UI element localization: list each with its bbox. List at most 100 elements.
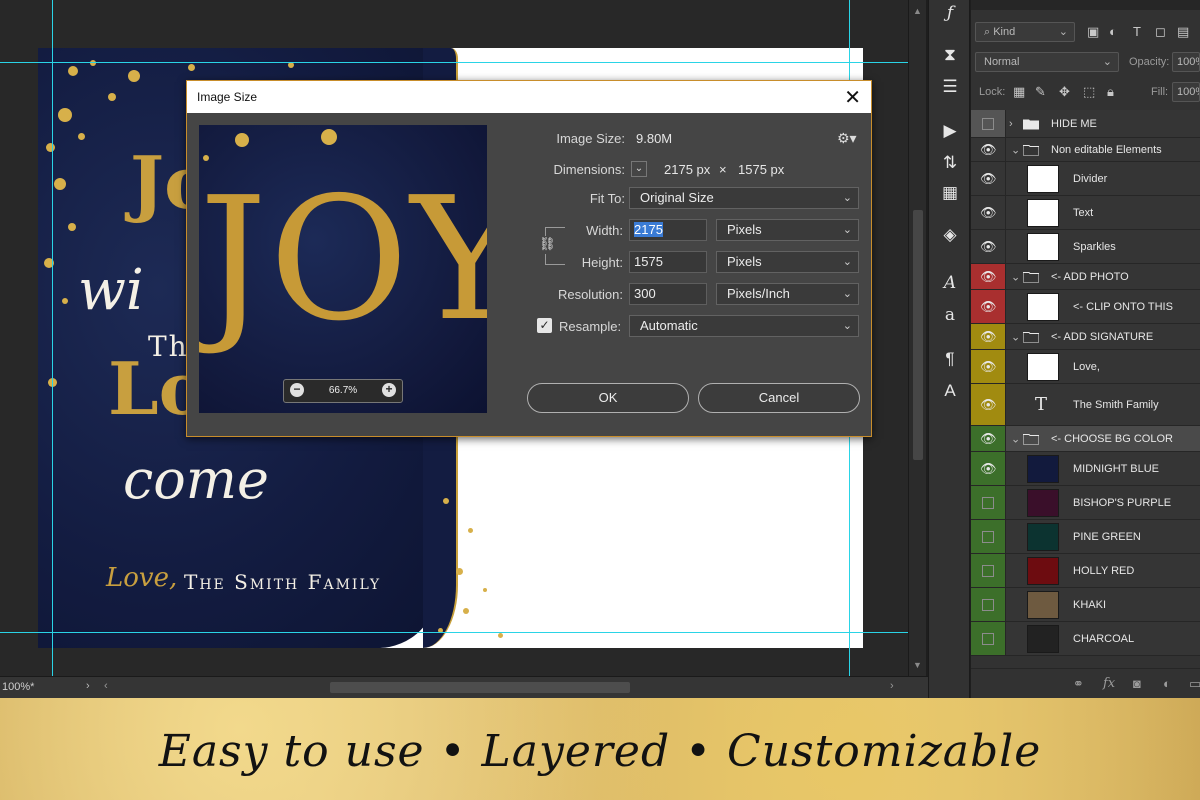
visibility-toggle[interactable] bbox=[971, 622, 1006, 655]
layer-row-non-editable[interactable]: 👁︎ ⌄ Non editable Elements bbox=[971, 138, 1200, 162]
layer-row-charcoal[interactable]: CHARCOAL bbox=[971, 622, 1200, 656]
filter-shape-icon[interactable]: ◻ bbox=[1155, 24, 1166, 40]
add-mask-icon[interactable]: ◙ bbox=[1133, 676, 1141, 691]
lock-all-icon[interactable]: 🔒︎ bbox=[1107, 84, 1114, 100]
scroll-left-icon[interactable]: ‹ bbox=[104, 680, 108, 692]
visibility-toggle[interactable]: 👁︎ bbox=[971, 230, 1006, 263]
brush-settings-icon[interactable]: ⧗ bbox=[937, 42, 963, 68]
visibility-toggle[interactable]: 👁︎ bbox=[971, 452, 1006, 485]
layer-row-divider[interactable]: 👁︎ Divider bbox=[971, 162, 1200, 196]
dialog-title-bar[interactable]: Image Size ✕ bbox=[187, 81, 871, 113]
layer-row-holly-red[interactable]: HOLLY RED bbox=[971, 554, 1200, 588]
layer-row-add-photo[interactable]: 👁︎ ⌄ <- ADD PHOTO bbox=[971, 264, 1200, 290]
layer-row-pine-green[interactable]: PINE GREEN bbox=[971, 520, 1200, 554]
visibility-toggle[interactable] bbox=[971, 588, 1006, 621]
lock-paint-icon[interactable]: ✎ bbox=[1035, 84, 1046, 100]
layer-row-clip-onto-this[interactable]: 👁︎ <- CLIP ONTO THIS bbox=[971, 290, 1200, 324]
horizontal-scroll-thumb[interactable] bbox=[330, 682, 630, 693]
guide-horizontal[interactable] bbox=[0, 632, 908, 633]
chevron-down-icon[interactable]: ⌄ bbox=[1011, 432, 1020, 445]
scroll-up-icon[interactable]: ▲ bbox=[913, 6, 922, 16]
layer-row-smith-family[interactable]: 👁︎ T The Smith Family bbox=[971, 384, 1200, 426]
vertical-scroll-thumb[interactable] bbox=[913, 210, 923, 460]
visibility-toggle[interactable] bbox=[971, 554, 1006, 587]
blend-mode-select[interactable]: Normal ⌄ bbox=[975, 52, 1119, 72]
height-input[interactable]: 1575 bbox=[629, 251, 707, 273]
filter-smart-object-icon[interactable]: ▤ bbox=[1177, 24, 1189, 40]
width-unit-select[interactable]: Pixels ⌄ bbox=[716, 219, 859, 241]
scroll-right-icon[interactable]: › bbox=[890, 680, 894, 692]
glyphs-icon[interactable]: a bbox=[937, 302, 963, 328]
width-input[interactable]: 2175 bbox=[629, 219, 707, 241]
layers-tab-bar[interactable] bbox=[971, 0, 1200, 10]
channels-icon[interactable]: ⇅ bbox=[937, 150, 963, 176]
adjustment-layer-icon[interactable]: ◐ bbox=[1163, 676, 1171, 691]
zoom-in-icon[interactable]: + bbox=[382, 383, 396, 397]
paragraph-icon[interactable]: ¶ bbox=[937, 346, 963, 372]
dimensions-unit-dropdown[interactable]: ⌄ bbox=[631, 161, 647, 177]
chevron-right-icon[interactable]: › bbox=[1009, 118, 1013, 130]
lock-pixels-icon[interactable]: ▦ bbox=[1013, 84, 1025, 100]
layer-row-midnight-blue[interactable]: 👁︎ MIDNIGHT BLUE bbox=[971, 452, 1200, 486]
chevron-down-icon[interactable]: ⌄ bbox=[1011, 143, 1020, 156]
guide-vertical[interactable] bbox=[52, 0, 53, 676]
visibility-toggle[interactable] bbox=[971, 110, 1006, 137]
fit-to-select[interactable]: Original Size ⌄ bbox=[629, 187, 859, 209]
resolution-unit-select[interactable]: Pixels/Inch ⌄ bbox=[716, 283, 859, 305]
visibility-toggle[interactable]: 👁︎ bbox=[971, 138, 1006, 161]
visibility-toggle[interactable]: 👁︎ bbox=[971, 350, 1006, 383]
chain-link-icon[interactable]: ⛓ bbox=[539, 236, 556, 254]
cancel-button[interactable]: Cancel bbox=[698, 383, 860, 413]
gear-icon[interactable]: ⚙▾ bbox=[837, 130, 857, 147]
3d-cube-icon[interactable]: ◈ bbox=[937, 222, 963, 248]
layer-row-sparkles[interactable]: 👁︎ Sparkles bbox=[971, 230, 1200, 264]
resample-select[interactable]: Automatic ⌄ bbox=[629, 315, 859, 337]
opacity-input[interactable]: 100% bbox=[1172, 52, 1200, 72]
filter-pixel-icon[interactable]: ▣ bbox=[1087, 24, 1099, 40]
visibility-toggle[interactable] bbox=[971, 486, 1006, 519]
new-group-icon[interactable]: ▭ bbox=[1189, 676, 1200, 692]
resolution-input[interactable]: 300 bbox=[629, 283, 707, 305]
height-unit-select[interactable]: Pixels ⌄ bbox=[716, 251, 859, 273]
layer-row-choose-bg-color[interactable]: 👁︎ ⌄ <- CHOOSE BG COLOR bbox=[971, 426, 1200, 452]
visibility-toggle[interactable]: 👁︎ bbox=[971, 162, 1006, 195]
lock-position-icon[interactable]: ✥ bbox=[1059, 84, 1070, 100]
visibility-toggle[interactable]: 👁︎ bbox=[971, 324, 1006, 349]
link-layers-icon[interactable]: ⚭ bbox=[1073, 676, 1084, 692]
visibility-toggle[interactable]: 👁︎ bbox=[971, 290, 1006, 323]
adjustments-sliders-icon[interactable]: ☰ bbox=[937, 74, 963, 100]
fx-styles-icon[interactable]: ƒ bbox=[937, 0, 963, 26]
image-preview[interactable]: JOY − 66.7% + bbox=[199, 125, 487, 413]
visibility-toggle[interactable]: 👁︎ bbox=[971, 264, 1006, 289]
layer-row-add-signature[interactable]: 👁︎ ⌄ <- ADD SIGNATURE bbox=[971, 324, 1200, 350]
scroll-down-icon[interactable]: ▼ bbox=[913, 660, 922, 670]
visibility-toggle[interactable]: 👁︎ bbox=[971, 426, 1006, 451]
play-actions-icon[interactable]: ▶ bbox=[937, 118, 963, 144]
fx-icon[interactable]: fx bbox=[1103, 676, 1115, 691]
filter-type-icon[interactable]: T bbox=[1133, 24, 1141, 39]
ok-button[interactable]: OK bbox=[527, 383, 689, 413]
layer-row-love[interactable]: 👁︎ Love, bbox=[971, 350, 1200, 384]
visibility-toggle[interactable] bbox=[971, 520, 1006, 553]
chevron-down-icon[interactable]: ⌄ bbox=[1011, 330, 1020, 343]
layer-row-text[interactable]: 👁︎ Text bbox=[971, 196, 1200, 230]
close-icon[interactable]: ✕ bbox=[844, 85, 861, 110]
character-icon[interactable]: A bbox=[937, 270, 963, 296]
fill-input[interactable]: 100% bbox=[1172, 82, 1200, 102]
guide-horizontal[interactable] bbox=[0, 62, 908, 63]
lock-artboard-icon[interactable]: ⬚ bbox=[1083, 84, 1095, 100]
chevron-right-icon[interactable]: › bbox=[86, 680, 90, 692]
grid-swatches-icon[interactable]: ▦ bbox=[937, 180, 963, 206]
layer-row-bishops-purple[interactable]: BISHOP'S PURPLE bbox=[971, 486, 1200, 520]
zoom-level[interactable]: 100%* bbox=[2, 681, 34, 693]
visibility-toggle[interactable]: 👁︎ bbox=[971, 384, 1006, 425]
chevron-down-icon[interactable]: ⌄ bbox=[1011, 270, 1020, 283]
layer-row-hide-me[interactable]: › HIDE ME bbox=[971, 110, 1200, 138]
visibility-toggle[interactable]: 👁︎ bbox=[971, 196, 1006, 229]
kind-filter-select[interactable]: ⌕ Kind ⌄ bbox=[975, 22, 1075, 42]
text-cursor-icon[interactable]: A bbox=[937, 378, 963, 404]
resample-checkbox[interactable]: ✓ bbox=[537, 318, 552, 333]
vertical-scrollbar[interactable]: ▲ ▼ bbox=[908, 0, 926, 676]
filter-adjustment-icon[interactable]: ◐ bbox=[1109, 24, 1117, 39]
layer-row-khaki[interactable]: KHAKI bbox=[971, 588, 1200, 622]
